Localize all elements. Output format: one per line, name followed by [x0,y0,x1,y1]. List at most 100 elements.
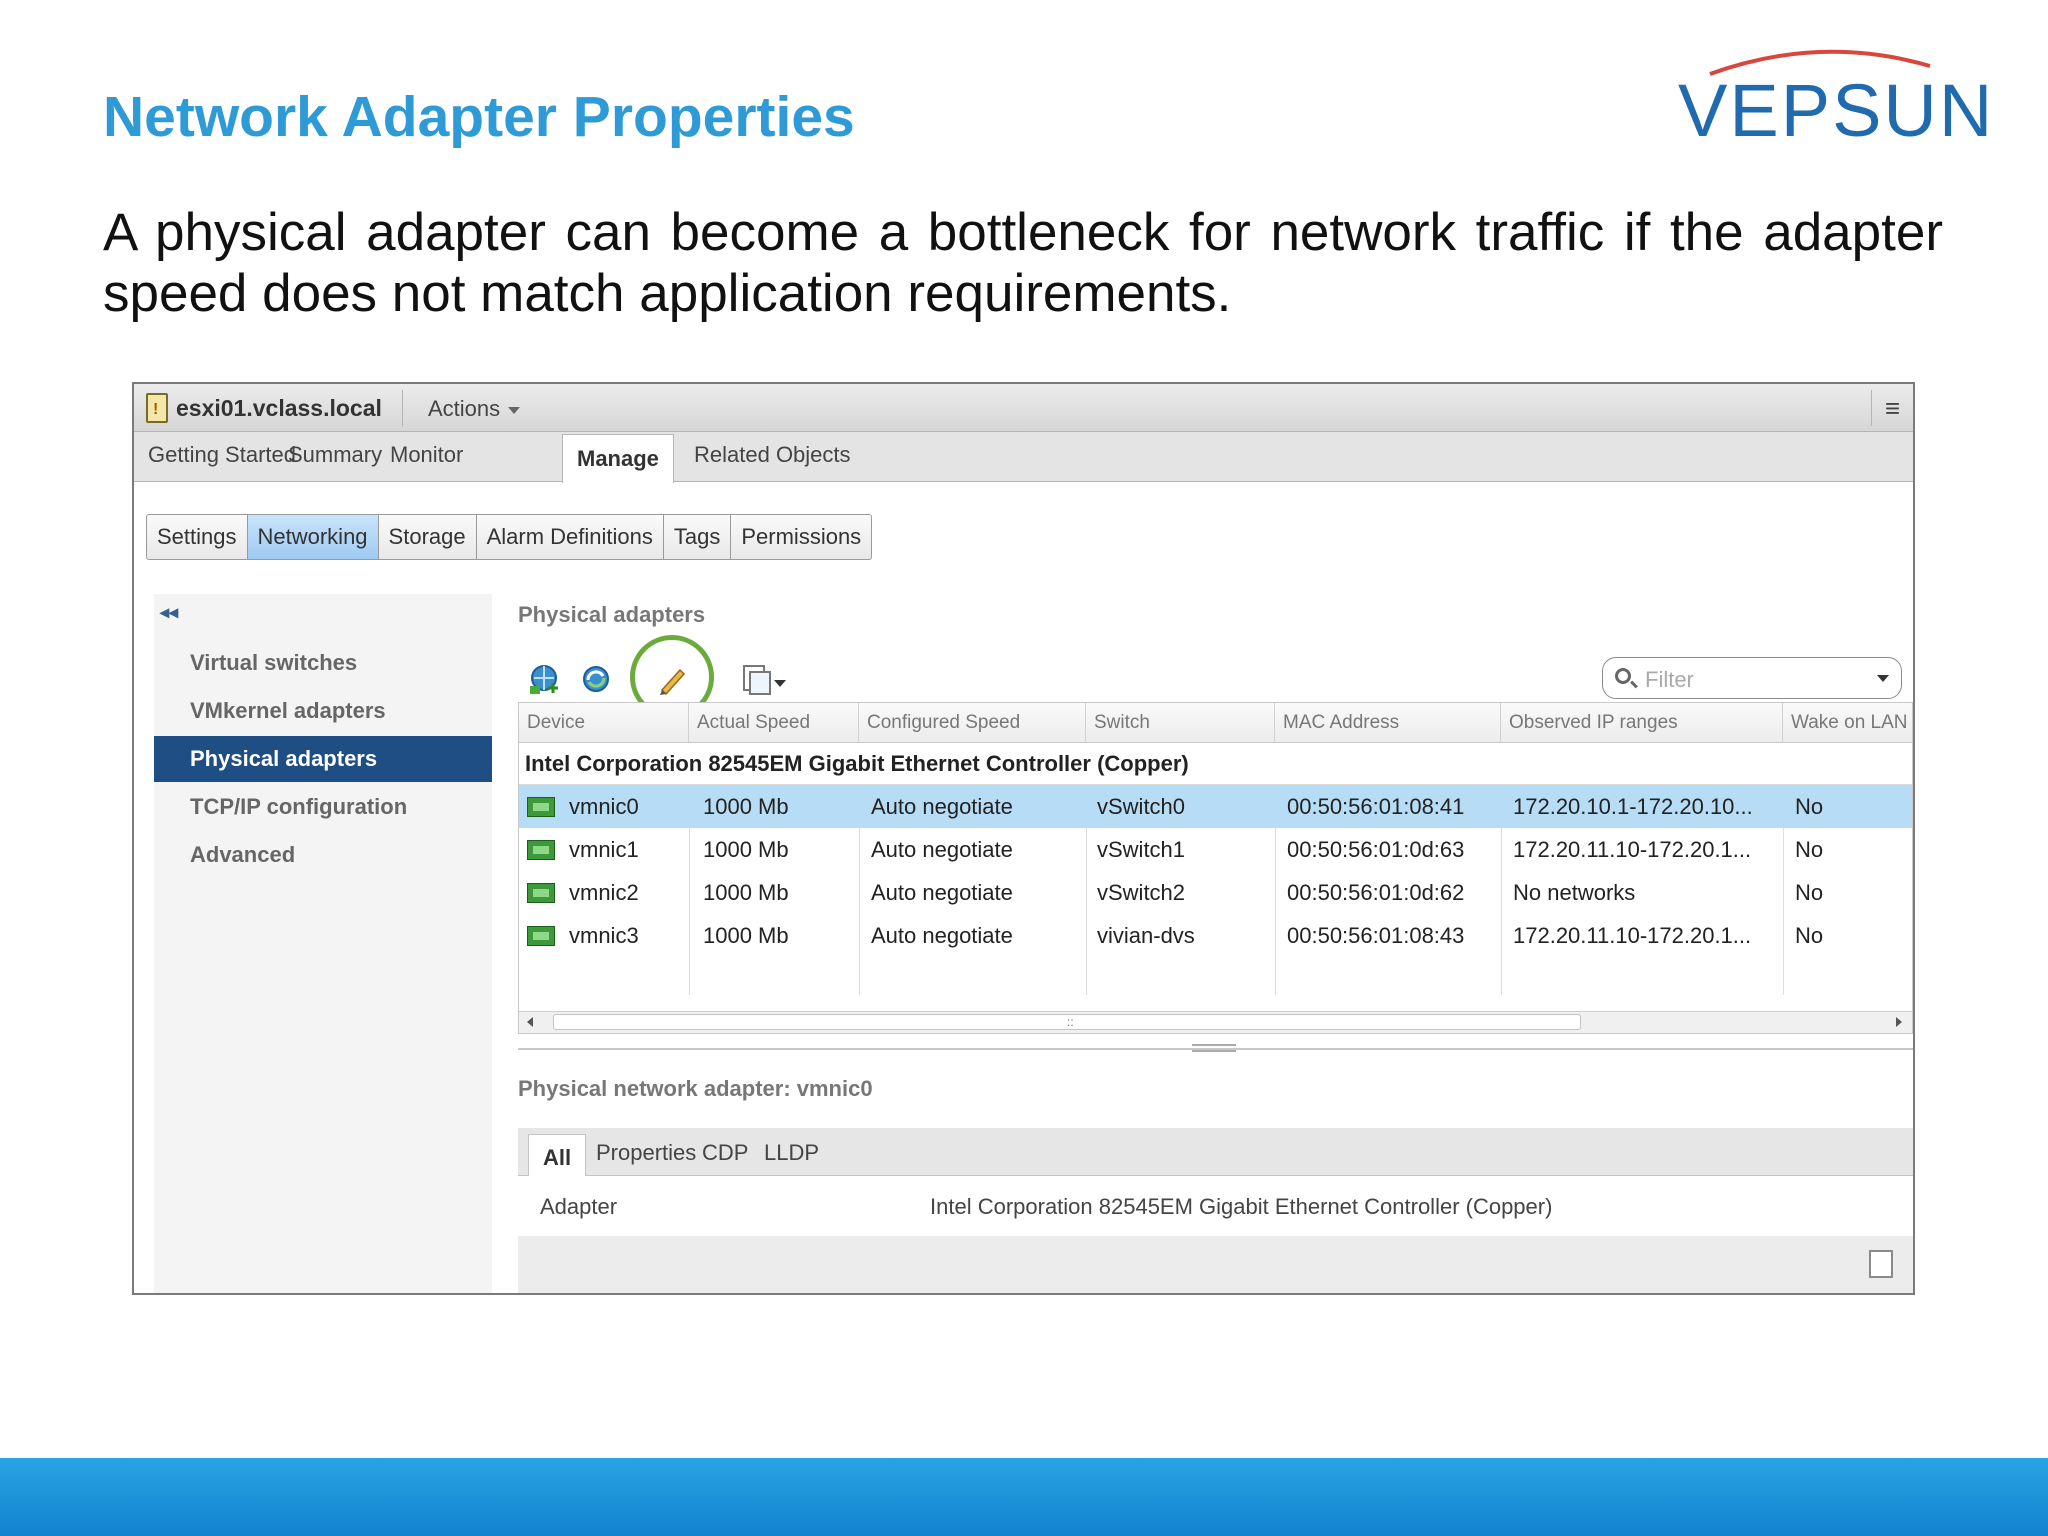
vsphere-window: esxi01.vclass.local Actions ≡ Getting St… [132,382,1915,1295]
cell-wol: No [1795,923,1824,948]
col-device[interactable]: Device [519,703,689,743]
footer-bar [0,1458,2048,1536]
tab-monitor[interactable]: Monitor [390,442,463,468]
cell-mac: 00:50:56:01:08:41 [1287,794,1465,819]
table-row[interactable]: vmnic2 1000 Mb Auto negotiate vSwitch2 0… [519,871,1912,914]
header-divider [402,390,403,426]
cell-ip-ranges: 172.20.10.1-172.20.10... [1513,794,1753,819]
host-title[interactable]: esxi01.vclass.local [146,392,382,424]
actions-menu-icon[interactable] [738,662,794,696]
horizontal-scrollbar[interactable]: :: [519,1011,1912,1033]
add-networking-icon[interactable] [526,662,562,696]
networking-nav: ◂◂ Virtual switches VMkernel adapters Ph… [154,594,492,1293]
subtab-settings[interactable]: Settings [147,515,248,559]
tab-getting-started[interactable]: Getting Started [148,442,296,468]
refresh-icon[interactable] [578,662,614,696]
cell-switch: vivian-dvs [1097,923,1195,948]
subtab-tags[interactable]: Tags [664,515,732,559]
filter-dropdown-icon[interactable] [1877,675,1889,682]
cell-device: vmnic3 [569,923,639,948]
filter-input[interactable]: Filter [1602,657,1902,699]
col-configured-speed[interactable]: Configured Speed [859,703,1086,743]
tab-manage[interactable]: Manage [562,434,674,483]
nav-virtual-switches[interactable]: Virtual switches [154,640,492,686]
splitter-grip-icon[interactable] [1192,1044,1236,1052]
nic-icon [527,926,555,946]
nav-tcpip-configuration[interactable]: TCP/IP configuration [154,784,492,830]
property-value: Intel Corporation 82545EM Gigabit Ethern… [930,1194,1553,1219]
detail-tab-lldp[interactable]: LLDP [764,1140,819,1166]
table-row[interactable]: vmnic0 1000 Mb Auto negotiate vSwitch0 0… [519,785,1912,828]
host-name: esxi01.vclass.local [176,394,382,421]
nic-icon [527,883,555,903]
host-warning-icon [146,393,168,423]
vepsun-logo: VEPSUN [1670,44,1992,154]
cell-device: vmnic0 [569,794,639,819]
nic-icon [527,797,555,817]
col-mac-address[interactable]: MAC Address [1275,703,1501,743]
cell-configured-speed: Auto negotiate [871,837,1013,862]
slide-title: Network Adapter Properties [103,85,855,149]
physical-adapters-grid: Device Actual Speed Configured Speed Swi… [518,702,1913,1034]
cell-wol: No [1795,837,1824,862]
detail-tab-all[interactable]: All [528,1134,587,1177]
nav-advanced[interactable]: Advanced [154,832,492,878]
subtab-alarm-definitions[interactable]: Alarm Definitions [477,515,664,559]
cell-configured-speed: Auto negotiate [871,794,1013,819]
main-tabs: Getting Started Summary Monitor Manage R… [134,432,1913,483]
col-wake-on-lan[interactable]: Wake on LAN [1783,703,1913,743]
nav-vmkernel-adapters[interactable]: VMkernel adapters [154,688,492,734]
scroll-left-icon[interactable] [527,1017,533,1027]
detail-tab-properties[interactable]: Properties [596,1140,696,1166]
col-switch[interactable]: Switch [1086,703,1275,743]
cell-wol: No [1795,880,1824,905]
cell-actual-speed: 1000 Mb [703,923,789,948]
cell-mac: 00:50:56:01:0d:63 [1287,837,1465,862]
table-row[interactable]: vmnic3 1000 Mb Auto negotiate vivian-dvs… [519,914,1912,957]
cell-device: vmnic2 [569,880,639,905]
cell-mac: 00:50:56:01:0d:62 [1287,880,1465,905]
subtab-networking[interactable]: Networking [247,515,379,559]
cell-actual-speed: 1000 Mb [703,880,789,905]
cell-switch: vSwitch2 [1097,880,1186,905]
cell-actual-speed: 1000 Mb [703,837,789,862]
logo-text: VEPSUN [1678,69,1995,152]
cell-ip-ranges: 172.20.11.10-172.20.1... [1513,923,1752,948]
cell-switch: vSwitch1 [1097,837,1186,862]
actions-label: Actions [428,396,501,421]
subtab-permissions[interactable]: Permissions [731,515,871,559]
grip-icon: :: [1067,1015,1074,1029]
actions-menu-button[interactable]: Actions [428,396,521,422]
property-label: Adapter [540,1194,618,1219]
nav-physical-adapters[interactable]: Physical adapters [154,736,492,782]
scroll-right-icon[interactable] [1896,1017,1902,1027]
cell-configured-speed: Auto negotiate [871,923,1013,948]
detail-tab-cdp[interactable]: CDP [702,1140,748,1166]
nic-icon [527,840,555,860]
slide-body-text: A physical adapter can become a bottlene… [103,203,1943,323]
property-row: Adapter Intel Corporation 82545EM Gigabi… [518,1176,1913,1236]
detail-footer [518,1236,1913,1293]
list-menu-icon[interactable]: ≡ [1871,390,1913,426]
col-actual-speed[interactable]: Actual Speed [689,703,859,743]
grid-header: Device Actual Speed Configured Speed Swi… [519,703,1912,743]
cell-actual-speed: 1000 Mb [703,794,789,819]
tab-summary[interactable]: Summary [288,442,382,468]
subtab-storage[interactable]: Storage [379,515,477,559]
cell-wol: No [1795,794,1824,819]
tab-related-objects[interactable]: Related Objects [694,442,851,468]
detail-title: Physical network adapter: vmnic0 [518,1076,873,1101]
col-observed-ip-ranges[interactable]: Observed IP ranges [1501,703,1783,743]
caret-down-icon [508,406,521,414]
cell-switch: vSwitch0 [1097,794,1186,819]
table-row[interactable]: vmnic1 1000 Mb Auto negotiate vSwitch1 0… [519,828,1912,871]
cell-configured-speed: Auto negotiate [871,880,1013,905]
search-icon [1615,668,1631,684]
cell-device: vmnic1 [569,837,639,862]
group-header-row: Intel Corporation 82545EM Gigabit Ethern… [519,743,1912,785]
collapse-nav-icon[interactable]: ◂◂ [160,602,178,623]
detail-tabs: All Properties CDP LLDP [518,1128,1913,1177]
cell-mac: 00:50:56:01:08:43 [1287,923,1465,948]
panel-title: Physical adapters [518,602,706,627]
copy-icon[interactable] [1863,1245,1893,1278]
